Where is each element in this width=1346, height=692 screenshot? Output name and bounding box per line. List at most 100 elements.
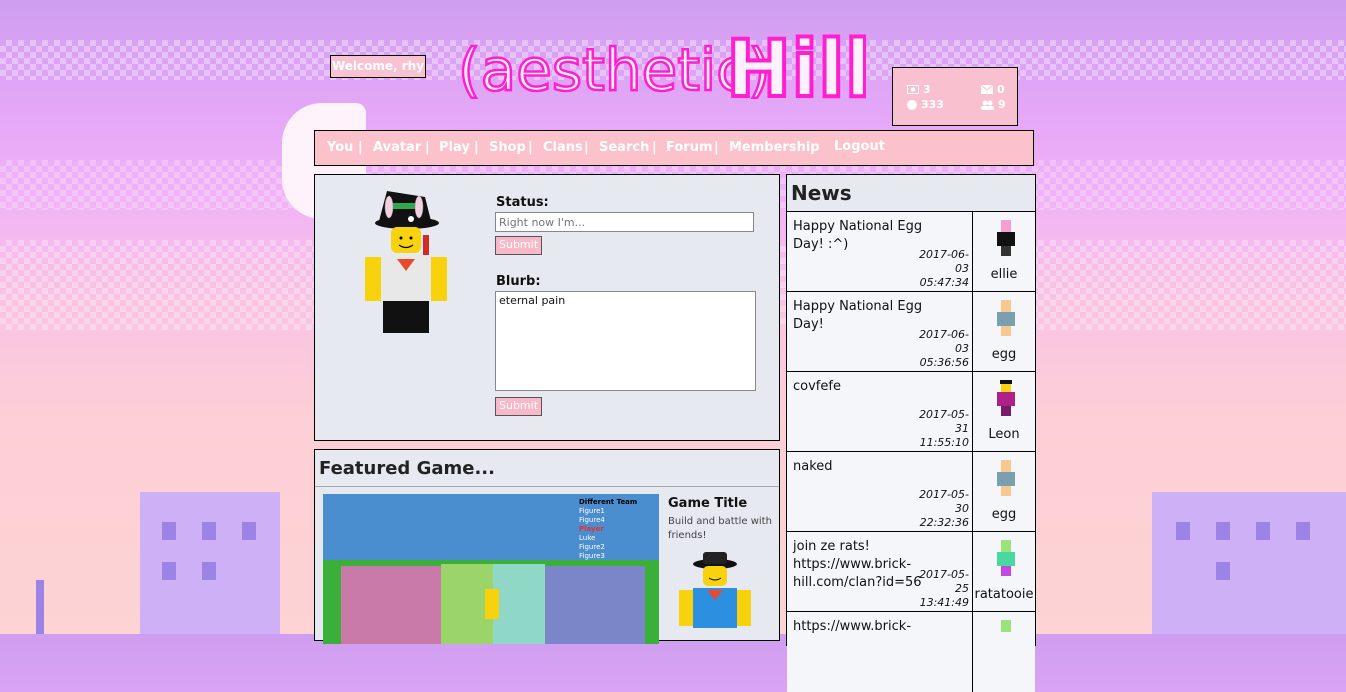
news-author[interactable]: ratatooie xyxy=(972,532,1035,612)
leaderboard-entry: Figure2 xyxy=(579,543,605,551)
friends-stat[interactable]: 9 xyxy=(981,98,1006,111)
game-player-figure xyxy=(485,589,499,619)
author-name: ellie xyxy=(990,267,1018,282)
building-window xyxy=(1296,522,1310,540)
building-window xyxy=(162,522,176,540)
nav-you[interactable]: You xyxy=(327,140,353,155)
nav-avatar[interactable]: Avatar xyxy=(373,140,421,155)
author-avatar xyxy=(997,380,1015,416)
leaderboard-entry: Figure1 xyxy=(579,507,605,515)
news-text: covfefe xyxy=(793,379,841,394)
status-label: Status: xyxy=(496,195,549,210)
game-creator-avatar[interactable] xyxy=(675,550,755,640)
building-window xyxy=(242,522,256,540)
news-author[interactable]: Leon xyxy=(972,372,1035,452)
welcome-banner[interactable]: Welcome, rhy xyxy=(330,55,426,78)
main-nav: You | Avatar | Play | Shop | Clans | Sea… xyxy=(314,130,1034,166)
news-date: 2017-05-31 11:55:10 xyxy=(919,408,969,449)
nav-separator: | xyxy=(425,140,430,155)
profile-panel: Status: Submit Blurb: eternal pain Submi… xyxy=(314,174,780,441)
game-wall xyxy=(341,566,441,644)
game-wall xyxy=(545,566,645,644)
leaderboard-entry: Figure4 xyxy=(579,516,605,524)
nav-membership[interactable]: Membership xyxy=(729,140,820,155)
friends-count: 9 xyxy=(998,98,1006,111)
status-input[interactable] xyxy=(495,212,754,232)
user-avatar[interactable] xyxy=(359,189,455,339)
news-item[interactable]: join ze rats! https://www.brick-hill.com… xyxy=(787,531,1035,612)
nav-play[interactable]: Play xyxy=(439,140,470,155)
logo-text-aesthetic: (aesthetic) xyxy=(458,36,771,104)
author-name: Leon xyxy=(988,427,1020,442)
blurb-textarea[interactable]: eternal pain xyxy=(495,291,756,391)
status-submit-button[interactable]: Submit xyxy=(495,236,542,255)
author-name: ratatooie xyxy=(974,587,1034,602)
building-window xyxy=(202,522,216,540)
building-window xyxy=(162,562,176,580)
nav-shop[interactable]: Shop xyxy=(489,140,526,155)
building-window xyxy=(1256,522,1270,540)
news-author[interactable]: egg xyxy=(972,292,1035,372)
messages-stat[interactable]: 0 xyxy=(981,83,1005,96)
friends-icon xyxy=(981,100,994,110)
site-logo[interactable]: (aesthetic) Hill xyxy=(456,18,866,110)
author-avatar xyxy=(1001,620,1011,632)
building-window xyxy=(202,562,216,580)
views-count: 3 xyxy=(923,83,931,96)
nav-forum[interactable]: Forum xyxy=(666,140,713,155)
views-stat[interactable]: 3 xyxy=(907,83,931,96)
nav-separator: | xyxy=(714,140,719,155)
news-panel: News Happy National Egg Day! :^) 2017-06… xyxy=(786,174,1036,692)
blurb-label: Blurb: xyxy=(496,274,541,289)
game-description: Build and battle with friends! xyxy=(668,516,772,541)
news-date: 2017-05-30 22:32:36 xyxy=(919,488,969,529)
game-thumbnail[interactable]: Different Team Figure1 Figure4 Player Lu… xyxy=(323,494,659,644)
game-title[interactable]: Game Title xyxy=(668,496,747,511)
logout-link[interactable]: Logout xyxy=(834,139,885,154)
leaderboard-entry: Player xyxy=(579,525,604,533)
building-window xyxy=(1176,522,1190,540)
news-heading: News xyxy=(791,181,852,205)
news-author[interactable]: ellie xyxy=(972,212,1035,292)
news-author[interactable]: egg xyxy=(972,452,1035,532)
nav-search[interactable]: Search xyxy=(599,140,649,155)
news-text: https://www.brick- xyxy=(793,619,912,634)
building-window xyxy=(1216,562,1230,580)
envelope-icon xyxy=(981,85,993,94)
author-name: egg xyxy=(991,507,1017,522)
nav-separator: | xyxy=(358,140,363,155)
game-leaderboard: Different Team Figure1 Figure4 Player Lu… xyxy=(579,498,637,561)
bucks-stat[interactable]: 333 xyxy=(907,98,944,111)
news-date: 2017-05-25 13:41:49 xyxy=(919,568,969,609)
blurb-submit-button[interactable]: Submit xyxy=(495,397,542,416)
author-name: egg xyxy=(991,347,1017,362)
leaderboard-entry: Luke xyxy=(579,534,596,542)
news-item[interactable]: Happy National Egg Day! 2017-06-03 05:36… xyxy=(787,291,1035,372)
news-item[interactable]: https://www.brick- xyxy=(787,611,1035,692)
featured-game-heading: Featured Game... xyxy=(319,458,495,479)
divider xyxy=(315,486,779,487)
news-date: 2017-06-03 05:36:56 xyxy=(919,328,969,369)
news-author[interactable] xyxy=(972,612,1035,692)
bucks-count: 333 xyxy=(921,98,944,111)
leaderboard-team: Different Team xyxy=(579,498,638,506)
building-decoration xyxy=(1152,492,1346,634)
author-avatar xyxy=(997,220,1015,256)
stats-box: 3 0 333 9 xyxy=(892,67,1018,126)
building-window xyxy=(1216,522,1230,540)
nav-separator: | xyxy=(584,140,589,155)
nav-separator: | xyxy=(474,140,479,155)
logo-text-hill: Hill xyxy=(726,25,866,110)
author-avatar xyxy=(997,540,1015,576)
news-item[interactable]: covfefe 2017-05-31 11:55:10 Leon xyxy=(787,371,1035,452)
messages-count: 0 xyxy=(997,83,1005,96)
news-date: 2017-06-03 05:47:34 xyxy=(919,248,969,289)
game-wall xyxy=(493,564,545,644)
author-avatar xyxy=(997,300,1015,336)
nav-separator: | xyxy=(652,140,657,155)
news-item[interactable]: naked 2017-05-30 22:32:36 egg xyxy=(787,451,1035,532)
news-item[interactable]: Happy National Egg Day! :^) 2017-06-03 0… xyxy=(787,211,1035,292)
author-avatar xyxy=(997,460,1015,496)
leaderboard-entry: Figure3 xyxy=(579,552,605,560)
nav-clans[interactable]: Clans xyxy=(543,140,583,155)
